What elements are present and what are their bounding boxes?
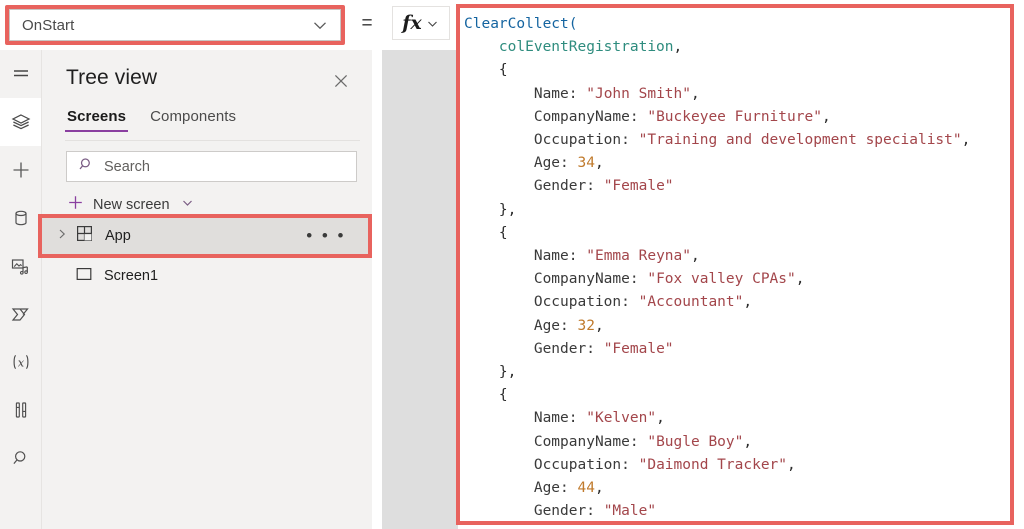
formula-code-editor[interactable]: ClearCollect( colEventRegistration, { Na… <box>460 8 1010 521</box>
fx-function-button[interactable]: fx <box>392 6 450 40</box>
media-icon[interactable] <box>0 242 41 290</box>
tab-screens[interactable]: Screens <box>65 108 129 132</box>
formula-line: CompanyName: "Bugle Boy", <box>533 433 753 450</box>
settings-tools-icon[interactable] <box>0 386 41 434</box>
canvas-gutter <box>372 50 458 529</box>
screen-rectangle-icon <box>75 265 93 288</box>
formula-line: Occupation: "Accountant", <box>533 294 753 311</box>
new-screen-label: New screen <box>93 197 170 213</box>
formula-line: colEventRegistration, <box>498 39 683 56</box>
chevron-down-icon <box>309 14 331 36</box>
tree-view-panel: Tree view Screens Components Search New … <box>38 50 372 529</box>
formula-line: Age: 32, <box>533 317 604 334</box>
search-icon[interactable] <box>0 434 41 482</box>
formula-line: { <box>464 62 508 79</box>
formula-line: Gender: "Male" <box>533 503 657 520</box>
property-dropdown[interactable]: OnStart <box>9 9 341 41</box>
tree-item-label: Screen1 <box>104 268 159 284</box>
property-dropdown-highlight: OnStart <box>5 5 345 45</box>
formula-line: Age: 44, <box>533 480 604 497</box>
formula-line: Name: "Emma Reyna", <box>533 248 700 265</box>
formula-editor-highlight: ClearCollect( colEventRegistration, { Na… <box>456 4 1014 525</box>
app-row-highlight <box>38 214 372 258</box>
formula-line: Name: "John Smith", <box>533 85 700 102</box>
tab-components[interactable]: Components <box>148 108 238 132</box>
formula-line: Gender: "Female" <box>533 178 674 195</box>
formula-line: Age: 34, <box>533 155 604 172</box>
formula-line: Occupation: "Daimond Tracker", <box>533 456 796 473</box>
formula-line: CompanyName: "Buckeyee Furniture", <box>533 108 831 125</box>
tree-item-screen1[interactable]: Screen1 <box>42 258 368 294</box>
formula-line: Name: "Kelven", <box>533 410 665 427</box>
chevron-down-icon <box>180 195 195 215</box>
search-icon <box>78 156 95 178</box>
formula-line: { <box>464 224 508 241</box>
fx-label: fx <box>402 11 422 34</box>
formula-line: CompanyName: "Fox valley CPAs", <box>533 271 805 288</box>
left-icon-rail: x <box>0 50 42 529</box>
close-icon[interactable] <box>328 68 354 94</box>
equals-sign: = <box>361 13 373 34</box>
formula-line: }, <box>464 364 517 381</box>
database-data-icon[interactable] <box>0 194 41 242</box>
formula-line: }, <box>464 201 517 218</box>
tabs-divider <box>65 140 360 141</box>
search-input[interactable]: Search <box>104 159 150 175</box>
formula-line: Occupation: "Training and development sp… <box>533 132 971 149</box>
chevron-down-icon <box>425 16 440 31</box>
plus-insert-icon[interactable] <box>0 146 41 194</box>
variables-x-icon[interactable]: x <box>0 338 41 386</box>
layers-tree-view-icon[interactable] <box>0 98 41 146</box>
property-dropdown-value: OnStart <box>22 16 75 34</box>
hamburger-menu-icon[interactable] <box>0 50 41 98</box>
power-automate-icon[interactable] <box>0 290 41 338</box>
formula-line: ClearCollect( <box>464 16 578 32</box>
svg-text:x: x <box>17 356 24 369</box>
tree-view-tabs: Screens Components <box>65 108 238 132</box>
formula-line: { <box>464 387 508 404</box>
page-title: Tree view <box>66 66 158 89</box>
search-box[interactable]: Search <box>66 151 357 182</box>
power-apps-studio: OnStart = fx x Tree view Screens Compone… <box>0 0 1024 529</box>
formula-line: Gender: "Female" <box>533 340 674 357</box>
